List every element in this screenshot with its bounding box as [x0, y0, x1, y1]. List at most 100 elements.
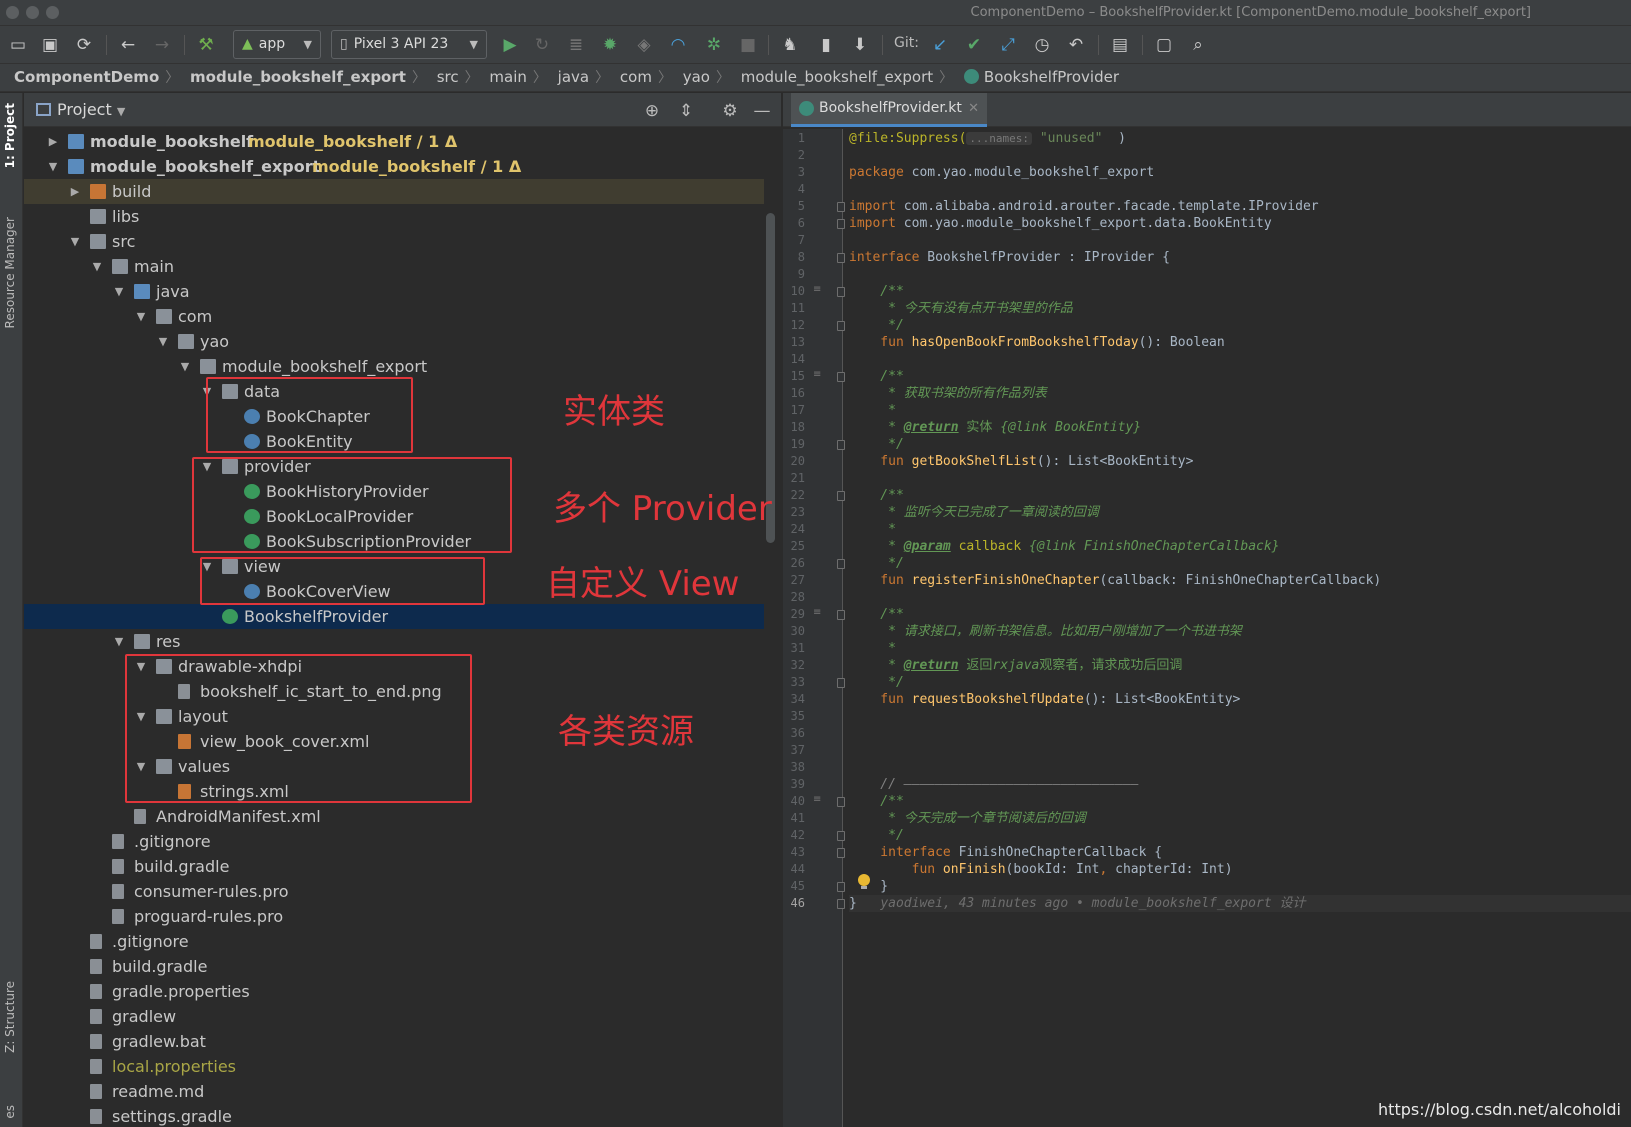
editor-tab[interactable]: BookshelfProvider.kt ✕ — [791, 93, 987, 127]
save-icon[interactable]: ▣ — [40, 35, 60, 55]
close-icon[interactable]: ✕ — [968, 93, 979, 124]
doc-comment-icon[interactable]: ≡ — [813, 369, 821, 380]
tree-row[interactable]: gradle.properties — [24, 979, 764, 1004]
expanded-arrow-icon[interactable]: ▼ — [46, 154, 60, 179]
fold-marker-icon[interactable] — [837, 848, 845, 858]
breadcrumb-item[interactable]: main — [489, 64, 526, 91]
project-view-select[interactable]: Project ▼ — [36, 100, 125, 119]
fold-marker-icon[interactable] — [837, 831, 845, 841]
fold-marker-icon[interactable] — [837, 440, 845, 450]
expanded-arrow-icon[interactable]: ▼ — [112, 629, 126, 654]
tree-row[interactable]: .gitignore — [24, 829, 764, 854]
git-history-icon[interactable]: ◷ — [1032, 35, 1052, 55]
expanded-arrow-icon[interactable]: ▼ — [156, 329, 170, 354]
git-rollback-icon[interactable]: ↶ — [1066, 35, 1086, 55]
git-push-icon[interactable]: ⤢ — [998, 35, 1018, 55]
tree-row[interactable]: ▼ module_bookshelf_export — [24, 354, 764, 379]
tree-row[interactable]: build.gradle — [24, 954, 764, 979]
tree-row[interactable]: BookshelfProvider — [24, 604, 764, 629]
minimize-window-button[interactable] — [26, 6, 39, 19]
settings-gear-icon[interactable]: ⚙ — [720, 101, 740, 121]
tree-row[interactable]: readme.md — [24, 1079, 764, 1104]
fold-marker-icon[interactable] — [837, 559, 845, 569]
gradle-sync-icon[interactable]: ♞ — [780, 35, 800, 55]
tool-tab-more[interactable]: es — [3, 1105, 17, 1119]
run-icon[interactable]: ▶ — [500, 35, 520, 55]
tree-row[interactable]: local.properties — [24, 1054, 764, 1079]
breadcrumb-item[interactable]: BookshelfProvider — [984, 64, 1119, 91]
tree-row[interactable]: ▼ java — [24, 279, 764, 304]
fold-marker-icon[interactable] — [837, 491, 845, 501]
breadcrumb-item[interactable]: module_bookshelf_export — [741, 64, 933, 91]
collapsed-arrow-icon[interactable]: ▶ — [68, 179, 82, 204]
collapse-all-icon[interactable]: ⇕ — [676, 101, 696, 121]
tree-row[interactable]: ▼ res — [24, 629, 764, 654]
run-config-select[interactable]: ▲ app ▼ — [233, 30, 321, 59]
tool-tab-project[interactable]: 1: Project — [3, 103, 17, 168]
tree-row[interactable]: ▼ com — [24, 304, 764, 329]
rerun-icon[interactable]: ↻ — [532, 35, 552, 55]
tree-row[interactable]: ▶ build — [24, 179, 764, 204]
sync-icon[interactable]: ⟳ — [74, 35, 94, 55]
search-icon[interactable]: ⌕ — [1188, 35, 1208, 55]
apply-changes-icon[interactable]: ✲ — [704, 35, 724, 55]
locate-icon[interactable]: ⊕ — [642, 101, 662, 121]
breadcrumb-item[interactable]: java — [558, 64, 589, 91]
fold-marker-icon[interactable] — [837, 899, 845, 909]
minimize-icon[interactable]: — — [752, 101, 772, 121]
fold-marker-icon[interactable] — [837, 797, 845, 807]
back-icon[interactable]: ← — [118, 35, 138, 55]
device-select[interactable]: ▯ Pixel 3 API 23 ▼ — [331, 30, 487, 59]
tree-row[interactable]: gradlew — [24, 1004, 764, 1029]
project-structure-icon[interactable]: ▤ — [1110, 35, 1130, 55]
tree-row[interactable]: ▼ module_bookshelf_export module_bookshelf… — [24, 154, 764, 179]
zoom-window-button[interactable] — [46, 6, 59, 19]
expanded-arrow-icon[interactable]: ▼ — [68, 229, 82, 254]
tool-tab-resource-manager[interactable]: Resource Manager — [3, 217, 17, 328]
fold-marker-icon[interactable] — [837, 321, 845, 331]
expanded-arrow-icon[interactable]: ▼ — [90, 254, 104, 279]
avd-manager-icon[interactable]: ▮ — [816, 35, 836, 55]
fold-marker-icon[interactable] — [837, 882, 845, 892]
coverage-icon[interactable]: ≣ — [566, 35, 586, 55]
fold-marker-icon[interactable] — [837, 610, 845, 620]
expanded-arrow-icon[interactable]: ▼ — [112, 279, 126, 304]
tree-row[interactable]: ▼ yao — [24, 329, 764, 354]
tree-row[interactable]: gradlew.bat — [24, 1029, 764, 1054]
tool-tab-structure[interactable]: Z: Structure — [3, 981, 17, 1053]
breadcrumb-item[interactable]: module_bookshelf_export — [190, 64, 406, 91]
tree-row[interactable]: proguard-rules.pro — [24, 904, 764, 929]
git-commit-icon[interactable]: ✔ — [964, 35, 984, 55]
fold-marker-icon[interactable] — [837, 287, 845, 297]
collapsed-arrow-icon[interactable]: ▶ — [46, 129, 60, 154]
breadcrumb-item[interactable]: yao — [683, 64, 710, 91]
expanded-arrow-icon[interactable]: ▼ — [178, 354, 192, 379]
breadcrumb-item[interactable]: ComponentDemo — [14, 64, 159, 91]
breadcrumb-item[interactable]: com — [620, 64, 652, 91]
expanded-arrow-icon[interactable]: ▼ — [134, 304, 148, 329]
fold-marker-icon[interactable] — [837, 372, 845, 382]
build-hammer-icon[interactable]: ⚒ — [196, 35, 216, 55]
close-window-button[interactable] — [6, 6, 19, 19]
open-icon[interactable]: ▭ — [8, 35, 28, 55]
tree-row[interactable]: AndroidManifest.xml — [24, 804, 764, 829]
forward-icon[interactable]: → — [152, 35, 172, 55]
stop-icon[interactable]: ■ — [738, 35, 758, 55]
attach-debugger-icon[interactable]: ◈ — [634, 35, 654, 55]
fold-marker-icon[interactable] — [837, 219, 845, 229]
fold-marker-icon[interactable] — [837, 253, 845, 263]
doc-comment-icon[interactable]: ≡ — [813, 607, 821, 618]
tree-row[interactable]: ▶ module_bookshelf module_bookshelf / 1 Δ — [24, 129, 764, 154]
terminal-icon[interactable]: ▢ — [1154, 35, 1174, 55]
breadcrumb-item[interactable]: src — [437, 64, 459, 91]
fold-marker-icon[interactable] — [837, 202, 845, 212]
tree-row[interactable]: consumer-rules.pro — [24, 879, 764, 904]
tree-row[interactable]: .gitignore — [24, 929, 764, 954]
fold-marker-icon[interactable] — [837, 678, 845, 688]
sdk-manager-icon[interactable]: ⬇ — [850, 35, 870, 55]
tree-row[interactable]: build.gradle — [24, 854, 764, 879]
git-update-icon[interactable]: ↙ — [930, 35, 950, 55]
doc-comment-icon[interactable]: ≡ — [813, 284, 821, 295]
tree-row[interactable]: settings.gradle — [24, 1104, 764, 1127]
tree-row[interactable]: libs — [24, 204, 764, 229]
